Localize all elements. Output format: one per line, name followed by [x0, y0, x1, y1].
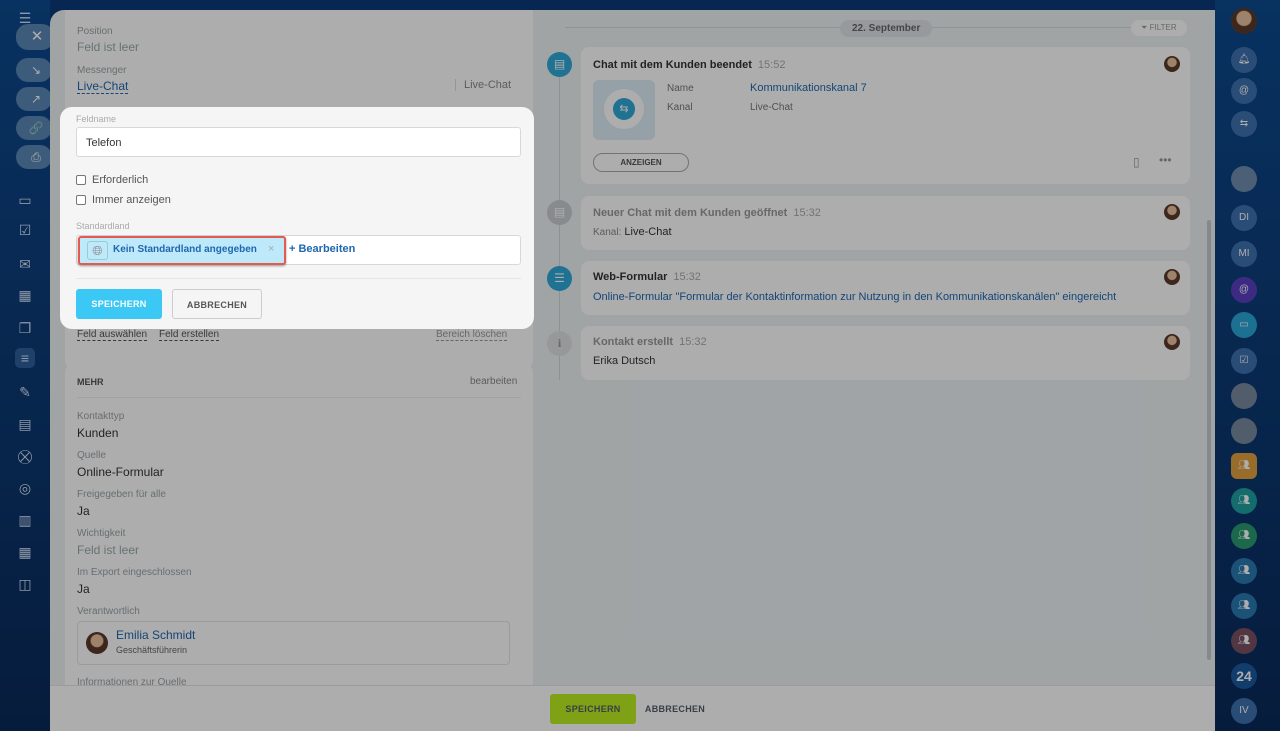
always-show-label: Immer anzeigen: [92, 194, 171, 206]
field-name-input[interactable]: Telefon: [76, 127, 521, 157]
default-country-label: Standardland: [76, 221, 130, 231]
field-name-label: Feldname: [76, 114, 117, 124]
always-show-checkbox[interactable]: Immer anzeigen: [76, 194, 171, 206]
country-tag-label: Kein Standardland angegeben: [113, 244, 257, 255]
edit-country-link[interactable]: + Bearbeiten: [289, 243, 355, 255]
globe-icon: 🌐︎: [87, 241, 108, 260]
field-name-value: Telefon: [86, 137, 122, 149]
required-label: Erforderlich: [92, 174, 149, 186]
popup-save-button[interactable]: SPEICHERN: [76, 289, 162, 319]
popup-cancel-button[interactable]: ABBRECHEN: [172, 289, 262, 319]
field-settings-popup: Feldname Telefon Erforderlich Immer anze…: [60, 107, 534, 329]
remove-tag-icon[interactable]: ×: [268, 243, 274, 255]
country-tag[interactable]: 🌐︎ Kein Standardland angegeben ×: [78, 236, 286, 265]
required-checkbox[interactable]: Erforderlich: [76, 174, 148, 186]
